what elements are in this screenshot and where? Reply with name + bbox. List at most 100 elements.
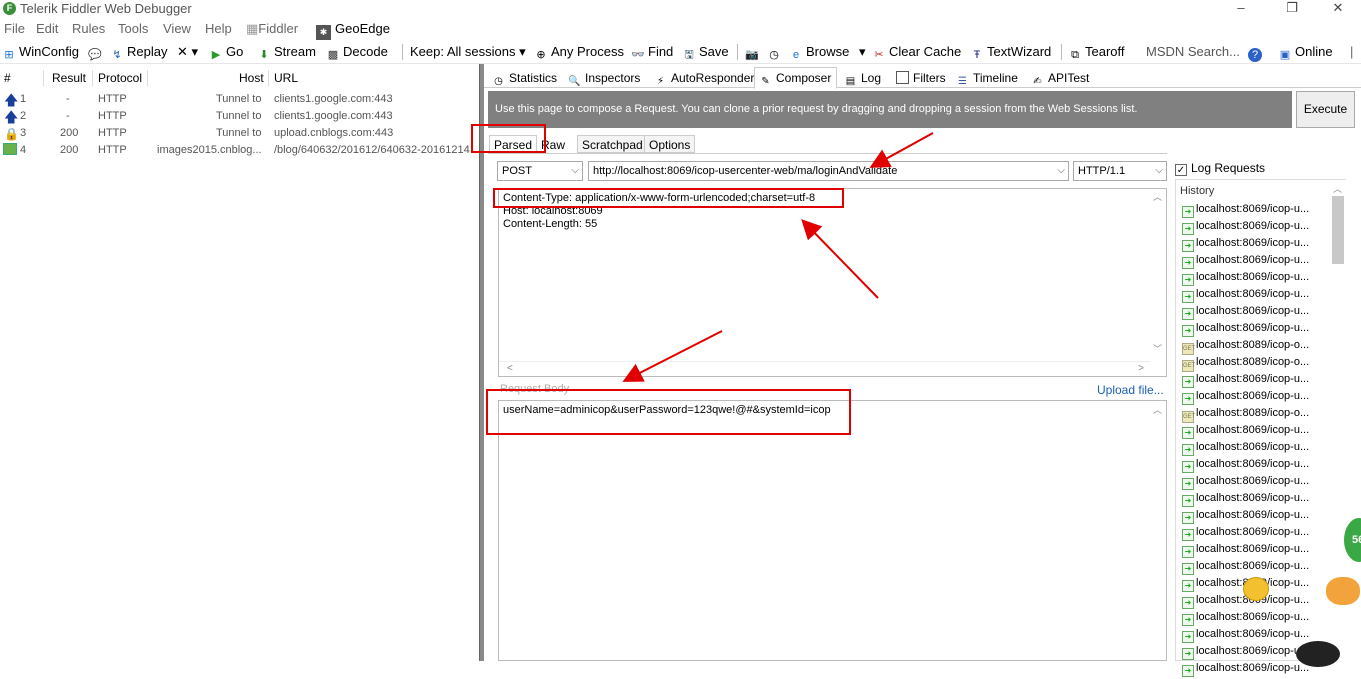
subtab-scratchpad[interactable]: Scratchpad [577,135,648,153]
history-item[interactable]: ➜localhost:8069/icop-u... [1182,492,1309,509]
history-item[interactable]: ➜localhost:8069/icop-u... [1182,628,1309,645]
history-item[interactable]: ➜localhost:8069/icop-u... [1182,424,1309,441]
history-item[interactable]: ➜localhost:8069/icop-u... [1182,611,1309,628]
history-item[interactable]: ➜localhost:8069/icop-u... [1182,475,1309,492]
log-requests-checkbox[interactable]: ✓ Log Requests [1175,161,1265,176]
history-item[interactable]: ➜localhost:8069/icop-u... [1182,441,1309,458]
replay-button[interactable]: ↯ Replay [110,44,167,62]
history-item[interactable]: ➜localhost:8069/icop-u... [1182,220,1309,237]
column-result[interactable]: Result [52,71,86,85]
upload-file-link[interactable]: Upload file... [1097,383,1164,397]
stream-button[interactable]: ⬇ Stream [257,44,316,62]
close-button[interactable]: ✕ [1323,0,1353,19]
tab-log[interactable]: ▤ Log [840,68,881,88]
menu-file[interactable]: File [4,21,25,36]
column-host[interactable]: Host [239,71,264,85]
request-body-textarea[interactable]: userName=adminicop&userPassword=123qwe!@… [498,400,1167,661]
session-row[interactable]: 🡅 2 - HTTP Tunnel to clients1.google.com… [0,108,479,125]
history-item[interactable]: ➜localhost:8069/icop-u... [1182,526,1309,543]
menu-rules[interactable]: Rules [72,21,105,36]
browse-dropdown-icon[interactable]: ▾ [859,44,866,60]
lightbulb-icon[interactable] [1243,577,1269,601]
history-item[interactable]: GETlocalhost:8089/icop-o... [1182,407,1309,424]
clear-cache-button[interactable]: ✂ Clear Cache [872,44,961,62]
scroll-up-icon[interactable]: ︿ [1333,182,1342,195]
menu-edit[interactable]: Edit [36,21,58,36]
history-scroll-thumb[interactable] [1332,196,1344,264]
menu-fiddler[interactable]: ▦Fiddler [246,21,298,37]
column-num[interactable]: # [4,71,11,85]
history-item[interactable]: ➜localhost:8069/icop-u... [1182,662,1309,679]
mascot-icon[interactable] [1326,577,1360,605]
menu-help[interactable]: Help [205,21,232,36]
history-item[interactable]: ➜localhost:8069/icop-u... [1182,288,1309,305]
winconfig-button[interactable]: ⊞ WinConfig [2,44,79,62]
history-item[interactable]: ➜localhost:8069/icop-u... [1182,237,1309,254]
history-item[interactable]: ➜localhost:8069/icop-u... [1182,509,1309,526]
browse-button[interactable]: e Browse [789,44,849,62]
toolbar-overflow-icon[interactable]: | [1350,44,1353,59]
url-input[interactable]: http://localhost:8069/icop-usercenter-we… [588,161,1069,181]
history-item[interactable]: ➜localhost:8069/icop-u... [1182,645,1309,662]
history-item[interactable]: GETlocalhost:8089/icop-o... [1182,339,1309,356]
history-item[interactable]: ➜localhost:8069/icop-u... [1182,271,1309,288]
scroll-up-icon[interactable]: ︿ [1153,403,1162,416]
history-item[interactable]: ➜localhost:8069/icop-u... [1182,543,1309,560]
keep-sessions-dropdown[interactable]: Keep: All sessions ▾ [410,44,526,60]
pane-splitter[interactable] [479,64,484,661]
history-item[interactable]: ➜localhost:8069/icop-u... [1182,254,1309,271]
history-item[interactable]: GETlocalhost:8089/icop-o... [1182,356,1309,373]
floating-badge[interactable]: 56 [1344,518,1361,562]
remove-button[interactable]: ✕ ▾ [177,44,198,60]
screenshot-button[interactable]: 📷 [745,44,762,62]
history-item[interactable]: ➜localhost:8069/icop-u... [1182,390,1309,407]
tab-filters[interactable]: Filters [892,68,946,88]
scroll-down-icon[interactable]: ﹀ [1153,343,1162,356]
subtab-options[interactable]: Options [644,135,696,153]
maximize-button[interactable]: ❐ [1277,0,1307,19]
column-protocol[interactable]: Protocol [98,71,142,85]
tab-statistics[interactable]: ◷ Statistics [488,68,557,88]
timer-button[interactable]: ◷ [767,44,784,62]
history-item[interactable]: ➜localhost:8069/icop-u... [1182,373,1309,390]
menu-tools[interactable]: Tools [118,21,148,36]
tab-apitest[interactable]: ✍ APITest [1027,68,1089,88]
history-item[interactable]: ➜localhost:8069/icop-u... [1182,560,1309,577]
tab-autoresponder[interactable]: ⚡ AutoResponder [650,68,754,88]
headers-horizontal-scrollbar[interactable]: < > [499,361,1150,376]
comment-button[interactable]: 💬 [88,44,105,62]
headers-vertical-scrollbar[interactable]: ︿ ﹀ [1149,189,1166,376]
minimize-button[interactable]: – [1226,0,1256,19]
body-vertical-scrollbar[interactable]: ︿ [1149,401,1166,660]
tearoff-button[interactable]: ⧉ Tearoff [1068,44,1124,62]
session-row[interactable]: 🔒 3 200 HTTP Tunnel to upload.cnblogs.co… [0,125,479,142]
history-item[interactable]: ➜localhost:8069/icop-u... [1182,203,1309,220]
menu-view[interactable]: View [163,21,191,36]
http-version-select[interactable]: HTTP/1.1 ⌵ [1073,161,1167,181]
menu-geoedge[interactable]: ✱ GeoEdge [316,21,390,40]
help-button[interactable]: ? [1248,44,1265,62]
history-item[interactable]: ➜localhost:8069/icop-u... [1182,458,1309,475]
tab-timeline[interactable]: ☰ Timeline [952,68,1018,88]
tab-composer[interactable]: ✎ Composer [754,67,837,89]
scroll-up-icon[interactable]: ︿ [1153,191,1162,204]
session-row[interactable]: 4 200 HTTP images2015.cnblog... /blog/64… [0,142,479,159]
method-select[interactable]: POST ⌵ [497,161,583,181]
session-row[interactable]: 🡅 1 - HTTP Tunnel to clients1.google.com… [0,91,479,108]
history-item[interactable]: ➜localhost:8069/icop-u... [1182,305,1309,322]
execute-button[interactable]: Execute [1296,91,1355,128]
textwizard-button[interactable]: Ŧ TextWizard [970,44,1052,62]
online-button[interactable]: ▣ Online [1278,44,1333,62]
web-sessions-list[interactable]: # Result Protocol Host URL 🡅 1 - HTTP Tu… [0,66,479,661]
scroll-right-icon[interactable]: > [1138,362,1144,375]
panda-icon[interactable] [1296,641,1340,667]
msdn-search-input[interactable]: MSDN Search... [1146,44,1240,59]
find-button[interactable]: 👓 Find [631,44,673,62]
column-url[interactable]: URL [274,71,298,85]
go-button[interactable]: ▶ Go [209,44,244,62]
history-item[interactable]: ➜localhost:8069/icop-u... [1182,322,1309,339]
save-button[interactable]: 🖫 Save [682,44,728,62]
decode-button[interactable]: ▩ Decode [326,44,388,62]
scroll-left-icon[interactable]: < [507,362,513,375]
request-headers-textarea[interactable]: Content-Type: application/x-www-form-url… [498,188,1167,377]
